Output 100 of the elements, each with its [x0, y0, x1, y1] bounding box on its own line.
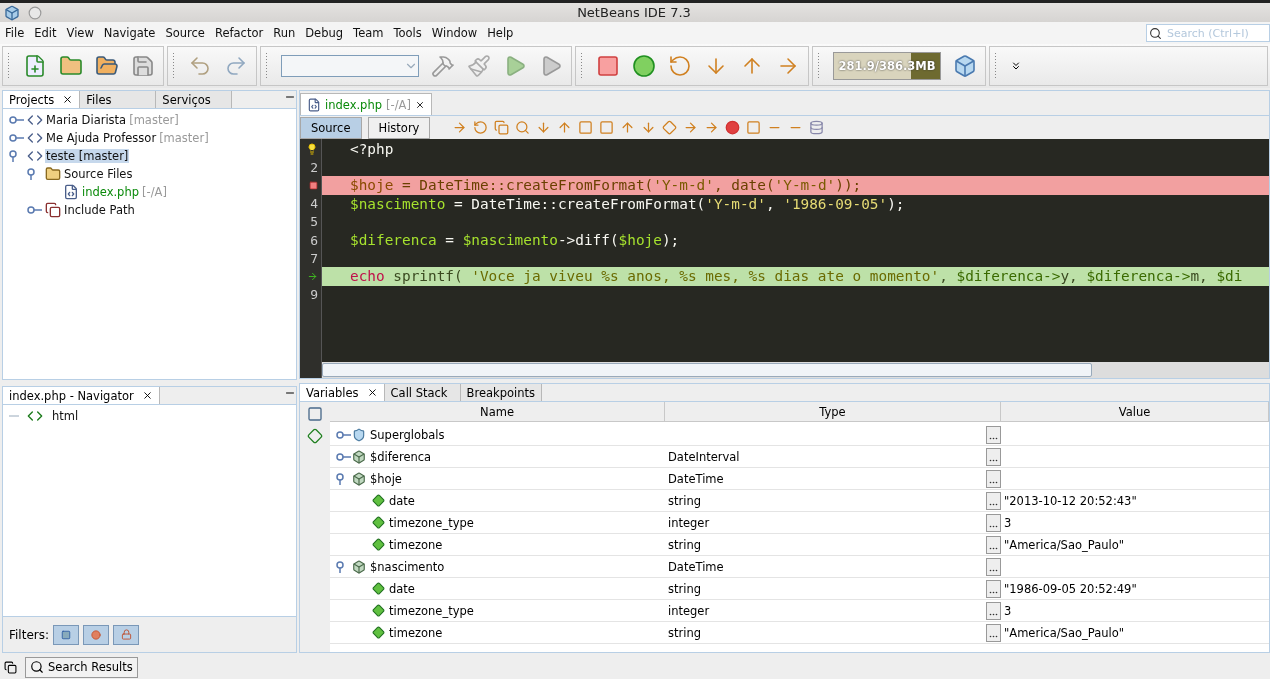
- tree-item[interactable]: Include Path: [63, 203, 136, 217]
- more-button[interactable]: [986, 426, 1001, 444]
- more-button[interactable]: [986, 492, 1001, 510]
- collapsed-handle-icon[interactable]: [9, 132, 25, 144]
- scrollbar-thumb[interactable]: [322, 363, 1092, 377]
- menu-item[interactable]: Tools: [388, 26, 427, 40]
- collapsed-handle-icon[interactable]: [336, 428, 352, 441]
- editor-tool-icon[interactable]: [557, 120, 573, 135]
- search-results-button[interactable]: Search Results: [25, 656, 138, 678]
- window-menu-icon[interactable]: [28, 5, 42, 20]
- more-button[interactable]: [986, 624, 1001, 642]
- debug-tool-icon[interactable]: [307, 406, 323, 422]
- step-over-icon[interactable]: [668, 54, 692, 78]
- panel-tab[interactable]: Serviços: [156, 91, 233, 108]
- menu-item[interactable]: Help: [482, 26, 519, 40]
- garbage-collect-icon[interactable]: [953, 54, 977, 78]
- lightbulb-icon[interactable]: [306, 143, 318, 156]
- column-header[interactable]: Type: [665, 402, 1001, 422]
- current-line-icon[interactable]: [307, 270, 318, 282]
- editor-tool-icon[interactable]: [662, 120, 678, 135]
- editor-tool-icon[interactable]: [473, 120, 489, 135]
- menu-item[interactable]: Edit: [29, 26, 62, 40]
- clean-build-icon[interactable]: [467, 54, 491, 78]
- editor-tool-icon[interactable]: [452, 120, 468, 135]
- variable-type: DateInterval: [668, 449, 740, 464]
- view-tab[interactable]: History: [367, 116, 431, 139]
- stop-icon[interactable]: [596, 54, 620, 78]
- editor-tool-icon[interactable]: [704, 120, 720, 135]
- editor-tool-icon[interactable]: [578, 120, 594, 135]
- editor-tool-icon[interactable]: [620, 120, 636, 135]
- column-header[interactable]: Name: [330, 402, 665, 422]
- undo-icon[interactable]: [188, 54, 212, 78]
- build-icon[interactable]: [431, 54, 455, 78]
- collapsed-handle-icon[interactable]: [336, 450, 352, 463]
- panel-tab[interactable]: index.php - Navigator: [3, 387, 160, 404]
- panel-tab[interactable]: Call Stack: [384, 384, 461, 401]
- new-project-icon[interactable]: [59, 54, 83, 78]
- close-icon[interactable]: [62, 94, 74, 105]
- more-button[interactable]: [986, 536, 1001, 554]
- restore-windows-icon[interactable]: [4, 660, 17, 674]
- tree-item[interactable]: teste [master]: [45, 149, 130, 163]
- ellipsis-icon: [989, 547, 998, 550]
- menu-item[interactable]: Debug: [300, 26, 349, 40]
- navigator-item[interactable]: html: [51, 409, 80, 423]
- open-project-icon[interactable]: [95, 54, 119, 78]
- more-button[interactable]: [986, 558, 1001, 576]
- menu-item[interactable]: Team: [348, 26, 389, 40]
- collapsed-handle-icon[interactable]: [27, 204, 43, 216]
- tree-item[interactable]: index.php: [81, 185, 140, 199]
- editor-tool-icon[interactable]: [641, 120, 657, 135]
- breakpoint-icon[interactable]: [309, 180, 318, 190]
- configuration-dropdown[interactable]: [281, 55, 419, 77]
- more-button[interactable]: [986, 470, 1001, 488]
- tree-item[interactable]: Me Ajuda Professor: [45, 131, 158, 145]
- close-icon[interactable]: [366, 387, 378, 398]
- editor-tool-icon[interactable]: [809, 120, 825, 135]
- search-field[interactable]: Search (Ctrl+I): [1146, 24, 1270, 42]
- menu-item[interactable]: View: [61, 26, 99, 40]
- panel-tab[interactable]: Files: [80, 91, 157, 108]
- new-file-icon[interactable]: [23, 54, 47, 78]
- editor-tab[interactable]: index.php [-/A]: [300, 93, 432, 115]
- menu-item[interactable]: File: [0, 26, 30, 40]
- menu-item[interactable]: Window: [426, 26, 483, 40]
- redo-icon[interactable]: [224, 54, 248, 78]
- editor-tool-icon[interactable]: [515, 120, 531, 135]
- tree-item[interactable]: Source Files: [63, 167, 134, 181]
- variable-name: $nascimento: [370, 559, 445, 574]
- filter-button[interactable]: [113, 624, 139, 645]
- menu-item[interactable]: Run: [268, 26, 301, 40]
- more-button[interactable]: [986, 580, 1001, 598]
- more-button[interactable]: [986, 514, 1001, 532]
- ellipsis-icon: [989, 459, 998, 462]
- more-tools-icon[interactable]: [1010, 60, 1022, 72]
- continue-icon[interactable]: [632, 54, 656, 78]
- more-button[interactable]: [986, 448, 1001, 466]
- view-tab[interactable]: Source: [300, 116, 362, 139]
- editor-tool-icon[interactable]: [536, 120, 552, 135]
- add-watch-icon[interactable]: [307, 428, 323, 444]
- tree-item[interactable]: Maria Diarista: [45, 113, 128, 127]
- collapsed-handle-icon[interactable]: [9, 114, 25, 126]
- panel-tab[interactable]: Breakpoints: [460, 384, 543, 401]
- editor-tool-icon[interactable]: [599, 120, 615, 135]
- editor-tool-icon[interactable]: [683, 120, 699, 135]
- more-button[interactable]: [986, 602, 1001, 620]
- save-all-icon[interactable]: [131, 54, 155, 78]
- panel-tab[interactable]: Variables: [300, 384, 385, 401]
- variable-type: string: [668, 581, 701, 596]
- close-icon[interactable]: [141, 390, 153, 401]
- editor-tool-icon[interactable]: [494, 120, 510, 135]
- column-header[interactable]: Value: [1001, 402, 1269, 422]
- menu-item[interactable]: Navigate: [98, 26, 161, 40]
- square-icon: [61, 629, 71, 640]
- close-icon[interactable]: [414, 99, 425, 110]
- menu-item[interactable]: Source: [160, 26, 210, 40]
- menu-item[interactable]: Refactor: [209, 26, 269, 40]
- filter-button[interactable]: [53, 624, 79, 645]
- editor-tool-icon[interactable]: [725, 120, 741, 135]
- panel-tab[interactable]: Projects: [3, 91, 81, 108]
- editor-tool-icon[interactable]: [746, 120, 762, 135]
- filter-button[interactable]: [83, 624, 109, 645]
